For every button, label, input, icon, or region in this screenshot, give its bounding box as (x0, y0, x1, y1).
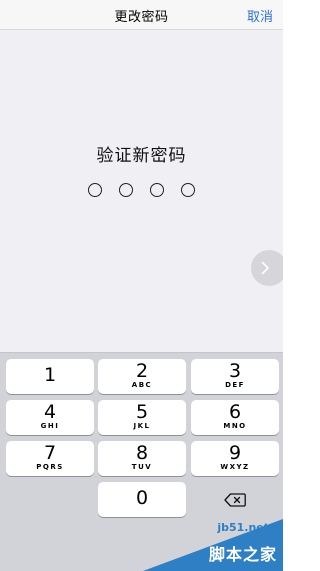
cancel-button[interactable]: 取消 (247, 6, 273, 25)
key-number: 6 (228, 401, 242, 423)
key-0[interactable]: 0 (98, 482, 186, 517)
key-letters: JKL (133, 422, 151, 430)
key-number: 4 (43, 401, 57, 423)
key-6[interactable]: 6 MNO (191, 400, 279, 435)
key-number: 5 (135, 401, 149, 423)
watermark-text: 脚本之家 (208, 545, 277, 564)
key-letters: GHI (40, 422, 60, 430)
passcode-dot (181, 183, 195, 197)
key-5[interactable]: 5 JKL (98, 400, 186, 435)
passcode-prompt: 验证新密码 (96, 146, 187, 166)
passcode-dot (150, 183, 164, 197)
key-number: 3 (228, 360, 242, 382)
key-letters: PQRS (36, 463, 64, 471)
watermark: jb51.net 脚本之家 (143, 519, 283, 571)
key-letters: TUV (131, 463, 153, 471)
key-4[interactable]: 4 GHI (6, 400, 94, 435)
key-3[interactable]: 3 DEF (191, 359, 279, 394)
chevron-right-icon (261, 261, 269, 275)
key-number: 7 (43, 442, 57, 464)
passcode-dots (0, 183, 283, 197)
next-button[interactable] (251, 250, 283, 286)
delete-button[interactable] (191, 482, 279, 517)
key-number: 2 (135, 360, 149, 382)
passcode-dot (88, 183, 102, 197)
key-2[interactable]: 2 ABC (98, 359, 186, 394)
key-9[interactable]: 9 WXYZ (191, 441, 279, 476)
key-1[interactable]: 1 (6, 359, 94, 394)
watermark-url: jb51.net (217, 521, 269, 534)
passcode-dot (119, 183, 133, 197)
key-number: 9 (228, 442, 242, 464)
key-8[interactable]: 8 TUV (98, 441, 186, 476)
page-title: 更改密码 (114, 10, 169, 25)
key-letters: MNO (223, 422, 247, 430)
key-letters: DEF (225, 381, 245, 389)
key-7[interactable]: 7 PQRS (6, 441, 94, 476)
backspace-icon (224, 492, 246, 507)
key-letters: WXYZ (220, 463, 250, 471)
key-number: 8 (135, 442, 149, 464)
key-number: 0 (135, 487, 149, 509)
screen: 更改密码 取消 验证新密码 1 2 ABC 3 DEF 4 GHI 5 JKL … (0, 0, 283, 571)
key-letters: ABC (131, 381, 153, 389)
key-number: 1 (43, 364, 57, 386)
navigation-bar: 更改密码 取消 (0, 0, 283, 30)
